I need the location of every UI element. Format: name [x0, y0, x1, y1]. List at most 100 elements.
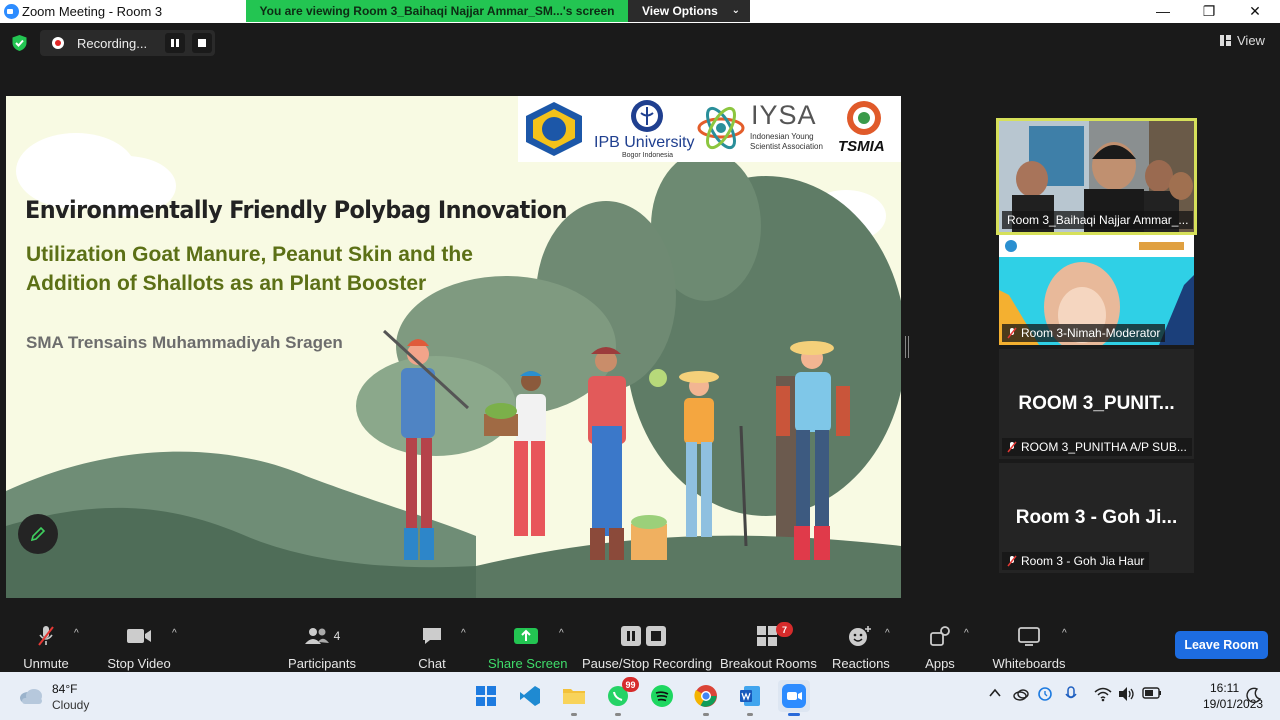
window-titlebar: Zoom Meeting - Room 3 You are viewing Ro…: [0, 0, 1280, 23]
ipb-logo-subtext: Bogor Indonesia: [622, 152, 673, 159]
taskbar-whatsapp[interactable]: 99: [602, 677, 639, 716]
school-logo-text: TSMIA: [838, 138, 885, 155]
focus-moon-icon[interactable]: [1246, 687, 1262, 703]
apps-icon: [930, 626, 950, 646]
muhammadiyah-logo-icon: [526, 102, 582, 156]
slide-subtitle: Utilization Goat Manure, Peanut Skin and…: [26, 240, 473, 298]
participant-tile[interactable]: Room 3 - Goh Ji... Room 3 - Goh Jia Haur: [999, 463, 1194, 573]
video-options-caret[interactable]: ^: [172, 628, 177, 639]
whiteboards-options-caret[interactable]: ^: [1062, 628, 1067, 639]
running-indicator: [571, 713, 577, 716]
stop-video-label: Stop Video: [107, 656, 171, 671]
pause-stop-recording-label: Pause/Stop Recording: [582, 656, 713, 671]
apps-options-caret[interactable]: ^: [964, 628, 969, 639]
close-button[interactable]: ✕: [1232, 0, 1278, 22]
reactions-options-caret[interactable]: ^: [885, 628, 890, 639]
participant-name: Room 3_Baihaqi Najjar Ammar_...: [1007, 213, 1189, 227]
stop-icon: [198, 39, 206, 47]
weather-temperature[interactable]: 84°F: [52, 682, 77, 696]
unmute-button[interactable]: Unmute: [20, 624, 72, 671]
participant-tile[interactable]: ROOM 3_PUNIT... ROOM 3_PUNITHA A/P SUB..…: [999, 349, 1194, 459]
shared-screen: IPB University Bogor Indonesia IYSA Indo…: [6, 96, 901, 598]
whiteboards-label: Whiteboards: [992, 656, 1066, 671]
share-screen-button[interactable]: Share Screen: [488, 624, 568, 671]
slide-subtitle-line1: Utilization Goat Manure, Peanut Skin and…: [26, 243, 473, 266]
mic-muted-icon: [1007, 327, 1017, 339]
start-button[interactable]: [470, 680, 502, 712]
chrome-icon: [694, 685, 717, 707]
clock-time[interactable]: 16:11: [1210, 681, 1239, 695]
audio-options-caret[interactable]: ^: [74, 628, 79, 639]
weather-description[interactable]: Cloudy: [52, 698, 89, 712]
participants-button[interactable]: 4 Participants: [286, 624, 358, 671]
stop-video-button[interactable]: Stop Video: [104, 624, 174, 671]
wifi-icon[interactable]: [1094, 686, 1112, 702]
sync-icon[interactable]: [1036, 686, 1054, 702]
grid-view-icon: [1220, 35, 1231, 46]
taskbar-zoom[interactable]: [778, 680, 810, 716]
participant-tile[interactable]: Room 3-Nimah-Moderator: [999, 235, 1194, 345]
view-button[interactable]: View: [1220, 33, 1265, 48]
chat-button[interactable]: Chat: [416, 624, 448, 671]
smiley-plus-icon: [849, 626, 871, 646]
os-taskbar: 84°F Cloudy 99 16:11 19/01/2023: [0, 672, 1280, 720]
annotate-button[interactable]: [18, 514, 58, 554]
running-indicator: [747, 713, 753, 716]
viewing-screen-banner: You are viewing Room 3_Baihaqi Najjar Am…: [246, 0, 628, 22]
recording-indicator: Recording...: [40, 30, 215, 56]
pause-icon: [171, 39, 179, 47]
running-indicator: [703, 713, 709, 716]
stop-recording-button[interactable]: [192, 33, 212, 53]
breakout-rooms-icon: [757, 626, 777, 646]
reactions-button[interactable]: Reactions: [832, 624, 890, 671]
cloudy-weather-icon[interactable]: [18, 686, 44, 706]
pencil-icon: [30, 526, 46, 542]
running-indicator: [615, 713, 621, 716]
participant-name-tag: Room 3 - Goh Jia Haur: [1002, 552, 1150, 570]
onedrive-cloud-icon[interactable]: [1012, 686, 1030, 702]
sponsor-logos: IPB University Bogor Indonesia IYSA Indo…: [518, 96, 901, 162]
apps-button[interactable]: Apps: [922, 624, 958, 671]
maximize-button[interactable]: ❐: [1186, 0, 1232, 22]
mic-muted-icon: [1007, 441, 1017, 453]
folder-icon: [563, 689, 585, 704]
iysa-tagline-line1: Indonesian Young: [750, 132, 814, 141]
chat-options-caret[interactable]: ^: [461, 628, 466, 639]
volume-icon[interactable]: [1118, 686, 1136, 702]
whiteboard-icon: [1018, 627, 1040, 646]
participant-name: Room 3-Nimah-Moderator: [1021, 326, 1161, 340]
taskbar-spotify[interactable]: [646, 680, 678, 712]
whiteboards-button[interactable]: Whiteboards: [992, 624, 1066, 671]
share-screen-label: Share Screen: [488, 656, 568, 671]
taskbar-chrome[interactable]: [690, 680, 722, 716]
participant-name-tag: ROOM 3_PUNITHA A/P SUB...: [1002, 438, 1192, 456]
participants-icon: [304, 628, 329, 644]
taskbar-file-explorer[interactable]: [558, 680, 590, 716]
participant-tile-active-speaker[interactable]: Room 3_Baihaqi Najjar Ammar_...: [996, 118, 1197, 235]
meeting-toolbar: Unmute ^ Stop Video ^ 4 Participants Cha…: [0, 614, 1280, 672]
panel-resize-handle[interactable]: [905, 336, 909, 358]
vscode-icon: [520, 686, 540, 706]
leave-room-button[interactable]: Leave Room: [1175, 631, 1268, 659]
ipb-logo-text: IPB University: [594, 134, 695, 151]
running-indicator: [788, 713, 800, 716]
participant-name: Room 3 - Goh Jia Haur: [1021, 554, 1145, 568]
breakout-rooms-button[interactable]: 7 Breakout Rooms: [720, 622, 817, 671]
chat-label: Chat: [418, 656, 446, 671]
encryption-shield-icon[interactable]: [11, 34, 28, 52]
chevron-up-icon[interactable]: [988, 686, 1002, 700]
pause-stop-recording-button[interactable]: Pause/Stop Recording: [582, 624, 713, 671]
view-options-button[interactable]: View Options ⌄: [628, 0, 750, 22]
taskbar-word[interactable]: [734, 680, 766, 716]
view-label: View: [1237, 33, 1265, 48]
chat-icon: [423, 628, 441, 644]
minimize-button[interactable]: —: [1140, 0, 1186, 22]
ipb-emblem-icon: [631, 100, 663, 132]
microphone-icon[interactable]: [1064, 686, 1078, 704]
taskbar-vscode[interactable]: [514, 680, 546, 712]
participant-display-name: ROOM 3_PUNIT...: [1018, 393, 1175, 414]
share-options-caret[interactable]: ^: [559, 628, 564, 639]
window-title: Zoom Meeting - Room 3: [22, 4, 163, 19]
pause-recording-button[interactable]: [165, 33, 185, 53]
battery-icon[interactable]: [1142, 686, 1162, 700]
